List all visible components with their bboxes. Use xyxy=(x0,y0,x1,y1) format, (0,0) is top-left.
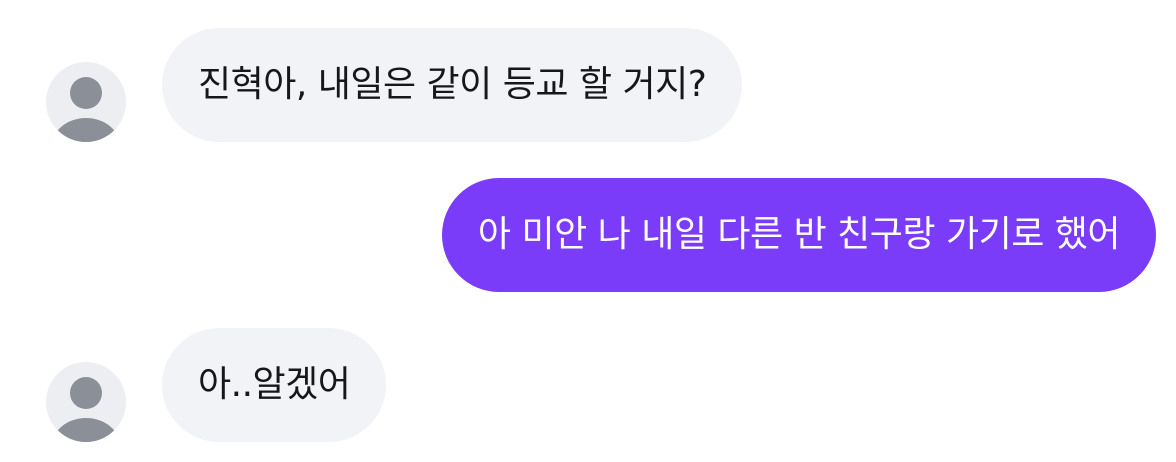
user-placeholder-icon xyxy=(52,77,120,142)
message-bubble-incoming[interactable]: 아..알겠어 xyxy=(162,328,387,442)
user-placeholder-icon xyxy=(52,377,120,442)
message-bubble-outgoing[interactable]: 아 미안 나 내일 다른 반 친구랑 가기로 했어 xyxy=(441,178,1156,292)
message-text: 진혁아, 내일은 같이 등교 할 거지? xyxy=(198,64,707,105)
message-bubble-incoming[interactable]: 진혁아, 내일은 같이 등교 할 거지? xyxy=(162,28,743,142)
avatar[interactable] xyxy=(46,62,126,142)
message-text: 아 미안 나 내일 다른 반 친구랑 가기로 했어 xyxy=(477,214,1121,255)
message-text: 아..알겠어 xyxy=(198,364,351,405)
avatar[interactable] xyxy=(46,362,126,442)
